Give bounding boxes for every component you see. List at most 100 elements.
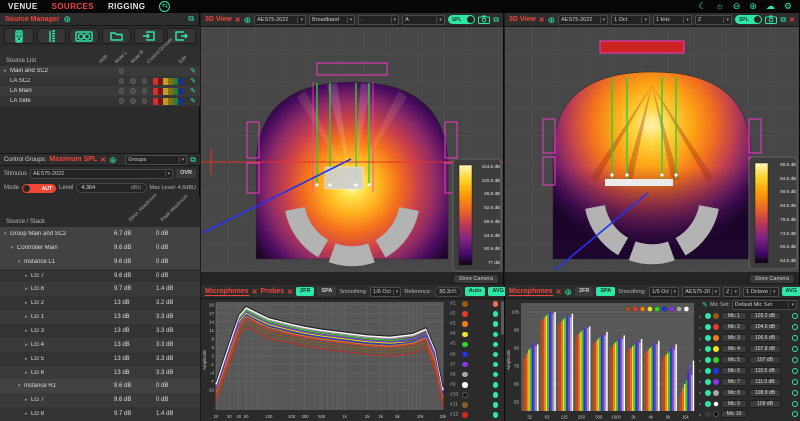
mic-enable-toggle[interactable] [493,382,499,388]
view3d-right-frequency-dropdown[interactable]: 1 kHz▾ [653,15,692,25]
edit-source-icon[interactable]: ✎ [190,67,196,75]
mic-on-toggle[interactable] [705,368,711,374]
mic-name-field[interactable]: Mic 8 [721,389,747,397]
control-group-swatches[interactable] [153,78,183,85]
tab-maximum-spl[interactable]: Maximum SPL [49,156,97,163]
store-camera-button-left[interactable]: Store Camera [453,274,499,284]
tab-probes[interactable]: Probes [260,288,284,295]
mic-row[interactable]: ▸Mic 5107 dB [697,355,800,366]
brightness-icon[interactable]: ☼ [716,1,724,12]
stack-row[interactable]: ▸LG 79.6 dB0 dB [0,269,200,283]
legend-item[interactable]: #12 [447,410,501,420]
cloud-icon[interactable]: ☁ [766,1,775,12]
bar-plot[interactable]: 1059585756555326312525050010002k4k8k16kA… [505,299,697,421]
view3d-left-weighting-dropdown[interactable]: A▾ [402,15,445,25]
view3d-left-viewport[interactable]: 104.8 dB100.8 dB96.8 dB92.8 dB88.9 dB84.… [201,27,503,272]
mute-dot[interactable] [142,98,148,104]
mic-row[interactable]: ▸Mic 8108.9 dB [697,387,800,398]
view3d-left-tab-close-icon[interactable]: ✕ [235,16,241,24]
subwoofer-tool-button[interactable] [69,28,99,44]
view3d-left-frequency-dropdown[interactable]: -▾ [358,15,399,25]
view3d-left-layers-icon[interactable]: ⧉ [493,15,499,25]
bar-weighting-dropdown[interactable]: Z▾ [723,287,740,297]
freq-spa-button[interactable]: SPA [317,287,336,296]
mic-row[interactable]: ▸Mic 3106.6 dB [697,333,800,344]
expand-icon[interactable]: ▸ [699,325,703,330]
bar-stimulus-dropdown[interactable]: AES75-20▾ [682,287,720,297]
source-row[interactable]: ▸Main and SC2✎ [0,66,200,76]
stimulus-dropdown[interactable]: AES75-2022▾ [30,169,173,179]
expand-icon[interactable]: ▸ [699,358,703,363]
tab-microphones-bar-close-icon[interactable]: ✕ [556,288,562,296]
add-source-icon[interactable]: ⊕ [63,14,71,24]
mic-name-field[interactable]: Mic 7 [721,378,747,386]
mode-toggle[interactable]: AUT [22,184,56,193]
mic-name-field[interactable]: Mic 4 [721,345,747,353]
expand-icon[interactable]: ▸ [699,401,703,406]
menu-venue[interactable]: VENUE [8,2,38,11]
view3d-right-add-icon[interactable]: ⊕ [548,15,556,25]
copy-groups-icon[interactable]: ⧉ [190,155,196,165]
mic-row[interactable]: ▸Mic 2104.6 dB [697,322,800,333]
stack-row[interactable]: ▾Instance L19.6 dB0 dB [0,255,200,269]
bar-2fr-button[interactable]: 2FR [575,287,593,296]
mic-target-icon[interactable] [792,390,798,396]
mic-enable-toggle[interactable] [493,321,499,327]
edit-source-icon[interactable]: ✎ [190,77,196,85]
legend-item[interactable]: #6 [447,349,501,359]
edit-mic-set-icon[interactable]: ✎ [702,301,708,309]
mic-enable-toggle[interactable] [493,311,499,317]
level-field[interactable]: 4.364 dBU [76,183,146,193]
view3d-left-bandwidth-dropdown[interactable]: Broadband▾ [309,15,355,25]
view3d-right-tab[interactable]: 3D View [509,16,536,23]
folder-tool-button[interactable] [102,28,132,44]
mute-dot[interactable] [130,78,136,84]
mute-dot[interactable] [119,98,125,104]
stack-row[interactable]: ▸LG 513 dB3.3 dB [0,352,200,366]
stack-row[interactable]: ▾Instance R19.6 dB0 dB [0,379,200,393]
zoom-out-icon[interactable]: ⊖ [733,1,741,12]
groups-dropdown[interactable]: Groups▾ [125,155,187,165]
tab-microphones-bar[interactable]: Microphones [509,288,553,296]
mic-on-toggle[interactable] [705,357,711,363]
mic-enable-toggle[interactable] [493,392,499,398]
layers-icon[interactable]: ⧉ [188,14,194,24]
smoothing-dropdown[interactable]: 1/6 Oct▾ [370,287,401,297]
view3d-right-layers-icon[interactable]: ⧉ [780,15,786,25]
legend-item[interactable]: #4 [447,329,501,339]
view3d-left-camera-icon[interactable] [478,15,490,24]
view3d-left-tab[interactable]: 3D View [205,16,232,23]
expand-icon[interactable]: ▸ [699,390,703,395]
legend-item[interactable]: #7 [447,360,501,370]
mute-dot[interactable] [130,88,136,94]
bar-smoothing-dropdown[interactable]: 1/6 Oct▾ [649,287,679,297]
mic-enable-toggle[interactable] [493,342,499,348]
mic-name-field[interactable]: Mic 1 [721,312,747,320]
view3d-right-viewport[interactable]: 99.8 dB94.8 dB89.8 dB84.8 dB79.8 dB74.9 … [505,27,799,272]
mic-enable-toggle[interactable] [493,352,499,358]
mute-dot[interactable] [119,88,125,94]
mic-row[interactable]: ▸Mic 9109 dB [697,398,800,409]
freq-plot[interactable]: 20171411852-1-4-7-1020304050100200300500… [201,299,448,421]
swap-view-icon[interactable]: ⇆ [159,1,170,12]
mic-target-icon[interactable] [792,335,798,341]
stack-row[interactable]: ▾Group Main and SC26.7 dB0 dB [0,227,200,241]
stack-row[interactable]: ▸LG 79.6 dB0 dB [0,393,200,407]
edit-source-icon[interactable]: ✎ [190,97,196,105]
mic-on-toggle[interactable] [705,324,711,330]
bar-avg-button[interactable]: AVG [782,287,800,296]
mic-on-toggle[interactable] [705,390,711,396]
reference-field[interactable]: 50.3 dB [434,287,461,297]
stack-row[interactable]: ▸LG 89.7 dB1.4 dB [0,407,200,421]
line-array-tool-button[interactable] [37,28,67,44]
mic-target-icon[interactable] [792,368,798,374]
view3d-right-tab-close-icon[interactable]: ✕ [539,16,545,24]
stack-row[interactable]: ▸LG 613 dB3.3 dB [0,366,200,380]
mic-on-toggle[interactable] [705,313,711,319]
mute-dot[interactable] [119,68,125,74]
expand-icon[interactable]: ▸ [699,368,703,373]
mic-row[interactable]: ▸Mic 10 [697,409,800,420]
mic-on-toggle[interactable] [705,411,711,417]
mic-target-icon[interactable] [792,346,798,352]
legend-item[interactable]: #3 [447,319,501,329]
